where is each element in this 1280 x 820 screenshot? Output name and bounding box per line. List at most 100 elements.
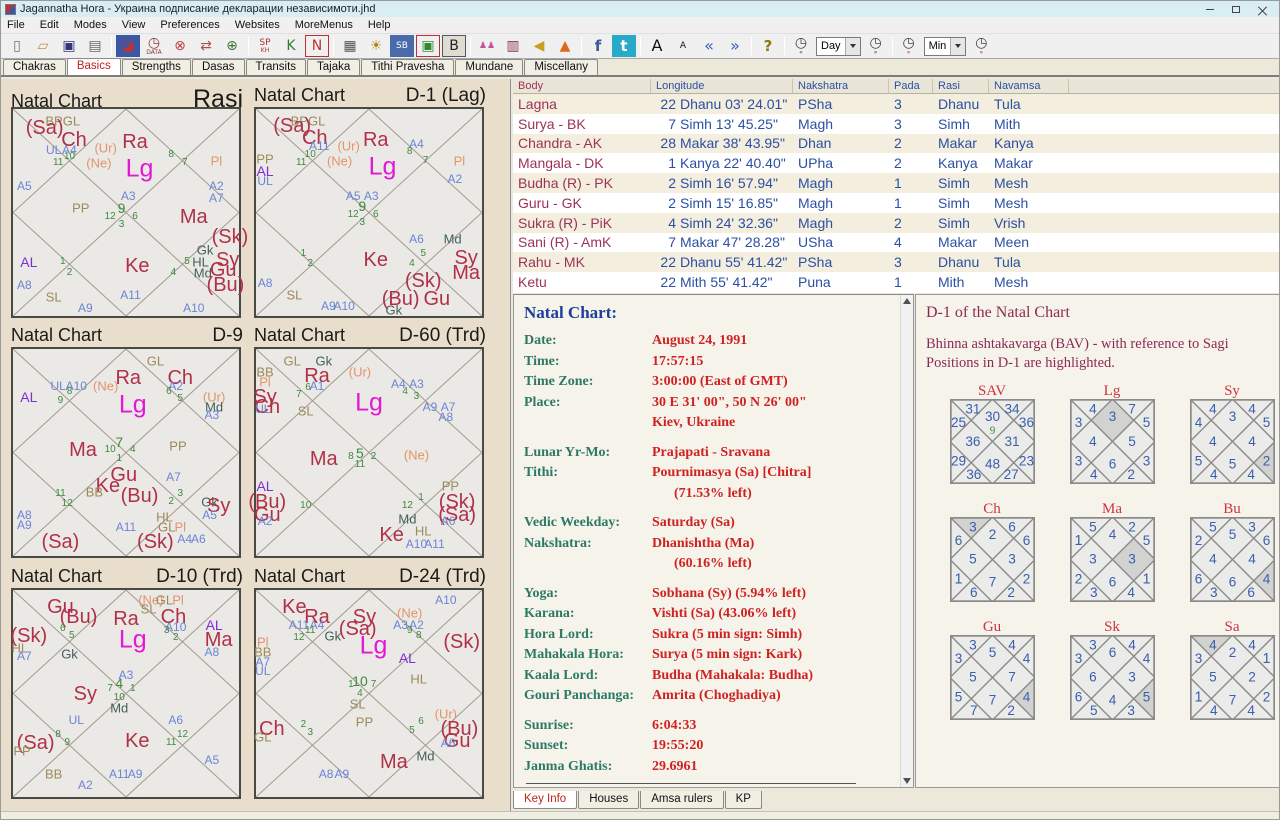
bottom-tab-key-info[interactable]: Key Info <box>513 791 577 809</box>
chevron-down-icon[interactable] <box>845 38 860 55</box>
tab-tajaka[interactable]: Tajaka <box>307 59 360 75</box>
svg-text:23: 23 <box>1018 453 1033 468</box>
font-decrease-icon[interactable]: A <box>671 35 695 57</box>
chart-square[interactable]: KeRaA11A41112GkSy(Sa)Lg(Ne)A3A298A10PlBB… <box>254 588 484 799</box>
swap-arrows-icon[interactable]: ⇄ <box>194 35 218 57</box>
chevron-down-icon[interactable] <box>950 38 965 55</box>
chart-square[interactable]: GLRaChLgULA10(Ne)AL89A265(Ur)MdA3Ma71041… <box>11 347 241 558</box>
location-x-icon[interactable]: ⊗ <box>168 35 192 57</box>
tab-basics[interactable]: Basics <box>67 58 121 75</box>
menu-edit[interactable]: Edit <box>40 19 59 31</box>
chart-annotation: 1 <box>60 257 66 267</box>
detail-row: Karana:Vishti (Sa) (43.06% left) <box>524 604 913 625</box>
chart-square[interactable]: Gu(Bu)RaLg(Ne)GLPlSLChA1032ALMaA8(Sk)65H… <box>11 588 241 799</box>
k-pencil-icon[interactable]: K <box>279 35 303 57</box>
menu-file[interactable]: File <box>7 19 25 31</box>
chart-annotation: UL <box>69 714 84 726</box>
chart-grid-icon[interactable]: ▦ <box>338 35 362 57</box>
chart-annotation: 2 <box>307 259 313 269</box>
close-button[interactable] <box>1249 2 1275 16</box>
print-icon[interactable]: ▤ <box>83 35 107 57</box>
jhora-logo-icon[interactable]: ◪ <box>116 35 140 57</box>
chart-annotation: 4 <box>130 445 136 455</box>
svg-text:36: 36 <box>966 467 981 482</box>
green-frame-icon[interactable]: ▣ <box>416 35 440 57</box>
menu-view[interactable]: View <box>122 19 146 31</box>
menu-moremenus[interactable]: MoreMenus <box>295 19 353 31</box>
column-header-pada[interactable]: Pada <box>889 79 933 93</box>
twitter-icon[interactable]: t <box>612 35 636 57</box>
column-header-nakshatra[interactable]: Nakshatra <box>793 79 889 93</box>
grid-b-icon[interactable]: B <box>442 35 466 57</box>
toolbar-separator <box>892 37 893 55</box>
menu-preferences[interactable]: Preferences <box>160 19 219 31</box>
svg-text:3: 3 <box>1142 453 1150 468</box>
tab-mundane[interactable]: Mundane <box>455 59 523 75</box>
cell-body: Guru - GK <box>513 195 651 211</box>
clock-data-icon[interactable]: ◷DATA <box>142 35 166 57</box>
save-icon[interactable]: ▣ <box>57 35 81 57</box>
chart-annotation: 8 <box>168 150 174 160</box>
tab-tithi-pravesha[interactable]: Tithi Pravesha <box>361 59 454 75</box>
menu-websites[interactable]: Websites <box>235 19 280 31</box>
chart-annotation: A2 <box>78 779 93 791</box>
svg-text:4: 4 <box>1209 637 1217 652</box>
time-back-fine-icon[interactable]: ◷« <box>897 35 921 57</box>
column-header-body[interactable]: Body <box>513 79 651 93</box>
time-forward-fine-icon[interactable]: ◷» <box>969 35 993 57</box>
speaker-icon[interactable]: ◀ <box>527 35 551 57</box>
tab-chakras[interactable]: Chakras <box>3 59 66 75</box>
detail-row: Lunar Yr-Mo:Prajapati - Sravana <box>524 443 913 464</box>
table-row: Guru - GK2Simh 15' 16.85"Magh1SimhMesh <box>513 193 1279 213</box>
chart-annotation: BB <box>86 485 103 498</box>
tab-dasas[interactable]: Dasas <box>192 59 245 75</box>
minimize-button[interactable] <box>1197 2 1223 16</box>
sb-icon[interactable]: SB <box>390 35 414 57</box>
details-scrollbar[interactable] <box>900 295 913 787</box>
sp-kh-icon[interactable]: SPKH <box>253 35 277 57</box>
time-forward-icon[interactable]: ◷» <box>864 35 888 57</box>
burst-icon[interactable]: ☀ <box>364 35 388 57</box>
chart-subtitle: D-60 (Trd) <box>399 325 486 347</box>
chart-title-row: Natal ChartD-1 (Lag) <box>254 85 486 107</box>
column-header-navamsa[interactable]: Navamsa <box>989 79 1069 93</box>
help-icon[interactable]: ? <box>756 35 780 57</box>
menu-modes[interactable]: Modes <box>74 19 107 31</box>
chart-square[interactable]: BPGL(Sa)ChULA4(Ur)(Ne)1011RaLg87PlA5A2A7… <box>11 107 241 318</box>
column-header-rasi[interactable]: Rasi <box>933 79 989 93</box>
bottom-tab-amsa-rulers[interactable]: Amsa rulers <box>640 791 723 809</box>
tab-transits[interactable]: Transits <box>246 59 306 75</box>
globe-icon[interactable]: ⊕ <box>220 35 244 57</box>
font-increase-icon[interactable]: A <box>645 35 669 57</box>
time-step-fine-select[interactable]: Min <box>924 37 967 56</box>
bottom-tab-houses[interactable]: Houses <box>578 791 639 809</box>
chart-annotation: SL <box>298 405 314 418</box>
tab-miscellany[interactable]: Miscellany <box>524 59 598 75</box>
chart-d-9: Natal ChartD-9GLRaChLgULA10(Ne)AL89A265(… <box>11 325 243 558</box>
chart-square[interactable]: BPGL(Sa)ChA11(Ur)(Ne)1011RaLgA487PlPPALU… <box>254 107 484 318</box>
svg-text:4: 4 <box>1022 651 1030 666</box>
time-back-icon[interactable]: ◷« <box>789 35 813 57</box>
tab-strengths[interactable]: Strengths <box>122 59 191 75</box>
n-icon[interactable]: N <box>305 35 329 57</box>
menu-help[interactable]: Help <box>368 19 391 31</box>
maximize-button[interactable] <box>1223 2 1249 16</box>
flame-icon[interactable]: ▲ <box>553 35 577 57</box>
nav-forward-icon[interactable]: » <box>723 35 747 57</box>
scroll-up-icon[interactable] <box>903 298 911 304</box>
svg-text:2: 2 <box>1262 453 1270 468</box>
cell-body: Budha (R) - PK <box>513 175 651 191</box>
detail-label: Hora Lord: <box>524 625 652 646</box>
new-file-icon[interactable]: ▯ <box>5 35 29 57</box>
time-step-select[interactable]: Day <box>816 37 861 56</box>
bottom-tab-kp[interactable]: KP <box>725 791 762 809</box>
column-header-longitude[interactable]: Longitude <box>651 79 793 93</box>
facebook-icon[interactable]: f <box>586 35 610 57</box>
chart-square[interactable]: GLGkBBPlRaA1(Ur)67SyChULSLLgA4A343A9A7A8… <box>254 347 484 558</box>
open-folder-icon[interactable]: ▱ <box>31 35 55 57</box>
book-icon[interactable]: ▥ <box>501 35 525 57</box>
svg-text:4: 4 <box>1248 637 1256 652</box>
scroll-down-icon[interactable] <box>903 778 911 784</box>
people-icon[interactable]: ♟♟ <box>475 35 499 57</box>
nav-back-icon[interactable]: « <box>697 35 721 57</box>
